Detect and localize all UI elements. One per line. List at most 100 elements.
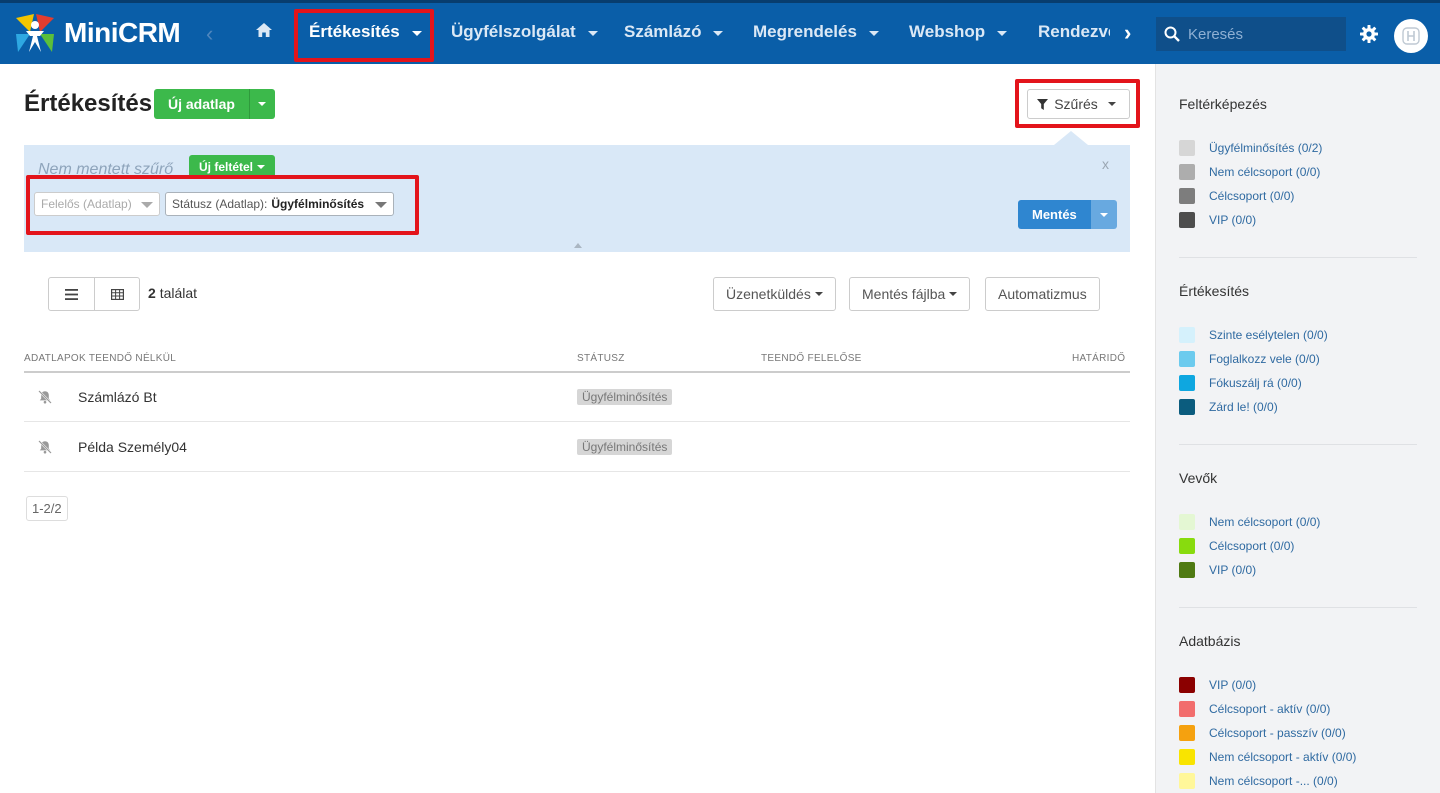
sidebar-status-item[interactable]: Célcsoport (0/0) <box>1179 538 1294 554</box>
sidebar-status-item[interactable]: Nem célcsoport (0/0) <box>1179 514 1320 530</box>
search-input[interactable] <box>1188 25 1338 43</box>
sidebar-status-item[interactable]: Célcsoport - aktív (0/0) <box>1179 701 1330 717</box>
sidebar-status-label: Célcsoport - aktív (0/0) <box>1209 702 1331 716</box>
sidebar-divider <box>1179 257 1417 258</box>
home-icon[interactable] <box>256 23 272 42</box>
user-avatar-icon <box>1402 27 1420 45</box>
column-header-deadline[interactable]: HATÁRIDŐ <box>1072 353 1125 364</box>
bell-off-icon[interactable] <box>38 390 52 409</box>
caret-down-icon <box>1099 212 1108 217</box>
nav-item-megrendeles[interactable]: Megrendelés <box>753 22 879 42</box>
sidebar-status-item[interactable]: Nem célcsoport -... (0/0) <box>1179 773 1338 789</box>
list-view-button[interactable] <box>49 278 94 310</box>
table-row[interactable]: Számlázó Bt Ügyfélminősítés <box>24 373 1130 422</box>
filter-button[interactable]: Szűrés <box>1027 89 1130 119</box>
save-filter-button[interactable]: Mentés <box>1018 200 1091 229</box>
status-color-swatch <box>1179 538 1195 554</box>
result-count-label: találat <box>159 285 198 301</box>
table-row[interactable]: Példa Személy04 Ügyfélminősítés <box>24 423 1130 472</box>
sidebar-status-item[interactable]: VIP (0/0) <box>1179 677 1256 693</box>
sidebar-status-item[interactable]: Nem célcsoport (0/0) <box>1179 164 1320 180</box>
sidebar-group-title: Feltérképezés <box>1179 96 1267 112</box>
new-condition-button[interactable]: Új feltétel <box>189 155 276 178</box>
nav-item-label: Webshop <box>909 22 986 41</box>
unsaved-filter-label: Nem mentett szűrő <box>38 161 174 178</box>
status-filter-select[interactable]: Státusz (Adatlap): Ügyfélminősítés <box>165 192 394 216</box>
sidebar-status-item[interactable]: VIP (0/0) <box>1179 562 1256 578</box>
sidebar-status-item[interactable]: VIP (0/0) <box>1179 212 1256 228</box>
new-record-button-group: Új adatlap <box>154 89 275 119</box>
message-send-label: Üzenetküldés <box>726 286 811 302</box>
nav-item-label: Számlázó <box>624 22 702 41</box>
automation-button[interactable]: Automatizmus <box>985 277 1100 311</box>
sidebar-status-item[interactable]: Zárd le! (0/0) <box>1179 399 1278 415</box>
sidebar-status-item[interactable]: Célcsoport (0/0) <box>1179 188 1294 204</box>
message-send-button[interactable]: Üzenetküldés <box>713 277 836 311</box>
nav-item-webshop[interactable]: Webshop <box>909 22 1008 42</box>
save-filter-dropdown-toggle[interactable] <box>1090 200 1117 229</box>
result-count-number: 2 <box>148 285 156 301</box>
nav-item-label: Ügyfélszolgálat <box>451 22 576 41</box>
gear-icon[interactable] <box>1360 25 1378 48</box>
caret-down-icon <box>868 30 879 36</box>
new-record-button[interactable]: Új adatlap <box>154 89 249 119</box>
nav-item-ertekesites[interactable]: Értékesítés <box>309 22 422 42</box>
owner-filter-label: Felelős (Adatlap) <box>41 197 132 211</box>
nav-item-szamlazo[interactable]: Számlázó <box>624 22 724 42</box>
bell-off-icon[interactable] <box>38 440 52 459</box>
owner-filter-select[interactable]: Felelős (Adatlap) <box>34 192 160 216</box>
sidebar-status-label: VIP (0/0) <box>1209 563 1257 577</box>
caret-down-icon <box>411 30 422 36</box>
sidebar-status-item[interactable]: Szinte esélytelen (0/0) <box>1179 327 1328 343</box>
filter-button-label: Szűrés <box>1054 96 1098 112</box>
nav-item-rendezveny[interactable]: Rendezvé <box>1038 22 1110 42</box>
sidebar-status-item[interactable]: Foglalkozz vele (0/0) <box>1179 351 1320 367</box>
save-to-file-button[interactable]: Mentés fájlba <box>849 277 971 311</box>
search-box[interactable] <box>1156 17 1346 51</box>
status-color-swatch <box>1179 677 1195 693</box>
status-color-swatch <box>1179 351 1195 367</box>
sidebar-status-label: Fókuszálj rá (0/0) <box>1209 376 1302 390</box>
search-icon <box>1164 26 1180 42</box>
table-view-button[interactable] <box>94 278 139 310</box>
sidebar-status-item[interactable]: Célcsoport - passzív (0/0) <box>1179 725 1346 741</box>
status-color-swatch <box>1179 749 1195 765</box>
collapse-filter-icon[interactable] <box>574 243 582 248</box>
record-name[interactable]: Példa Személy04 <box>78 439 187 455</box>
column-header-status[interactable]: STÁTUSZ <box>577 353 625 364</box>
filter-panel: Nem mentett szűrő Új feltétel x Felelős … <box>24 145 1130 252</box>
column-header-todo-owner[interactable]: TEENDŐ FELELŐSE <box>761 353 862 364</box>
caret-down-icon <box>713 30 724 36</box>
new-record-dropdown-toggle[interactable] <box>248 89 275 119</box>
column-header-records[interactable]: ADATLAPOK TEENDŐ NÉLKÜL <box>24 353 176 364</box>
caret-down-icon <box>258 102 267 106</box>
new-condition-label: Új feltétel <box>199 159 254 174</box>
sidebar-status-item[interactable]: Nem célcsoport - aktív (0/0) <box>1179 749 1356 765</box>
pagination[interactable]: 1-2/2 <box>26 496 68 521</box>
status-color-swatch <box>1179 375 1195 391</box>
list-icon <box>65 288 78 300</box>
close-filter-icon[interactable]: x <box>1102 156 1109 172</box>
sidebar-status-label: VIP (0/0) <box>1209 678 1257 692</box>
sidebar-group-title: Adatbázis <box>1179 633 1241 649</box>
sidebar-status-label: Nem célcsoport (0/0) <box>1209 165 1321 179</box>
status-color-swatch <box>1179 701 1195 717</box>
nav-forward-arrow-icon[interactable]: › <box>1124 20 1131 46</box>
app-logo[interactable]: MiniCRM <box>14 11 181 55</box>
sidebar-status-item[interactable]: Fókuszálj rá (0/0) <box>1179 375 1302 391</box>
status-color-swatch <box>1179 725 1195 741</box>
logo-icon <box>16 14 54 52</box>
status-sidebar: Feltérképezés Ügyfélminősítés (0/2) Nem … <box>1155 64 1440 793</box>
nav-back-arrow-icon[interactable]: ‹ <box>206 21 213 47</box>
sidebar-status-label: Ügyfélminősítés (0/2) <box>1209 141 1323 155</box>
avatar[interactable] <box>1394 19 1428 53</box>
nav-item-ugyfelszolgalat[interactable]: Ügyfélszolgálat <box>451 22 598 42</box>
record-name[interactable]: Számlázó Bt <box>78 389 157 405</box>
view-toggle-group <box>48 277 140 311</box>
sidebar-status-label: Szinte esélytelen (0/0) <box>1209 328 1328 342</box>
status-badge: Ügyfélminősítés <box>577 439 673 455</box>
nav-overflow: Rendezvé <box>1030 3 1110 64</box>
sidebar-status-item[interactable]: Ügyfélminősítés (0/2) <box>1179 140 1322 156</box>
result-count: 2 találat <box>148 285 197 301</box>
select-arrow-icon <box>141 202 153 208</box>
